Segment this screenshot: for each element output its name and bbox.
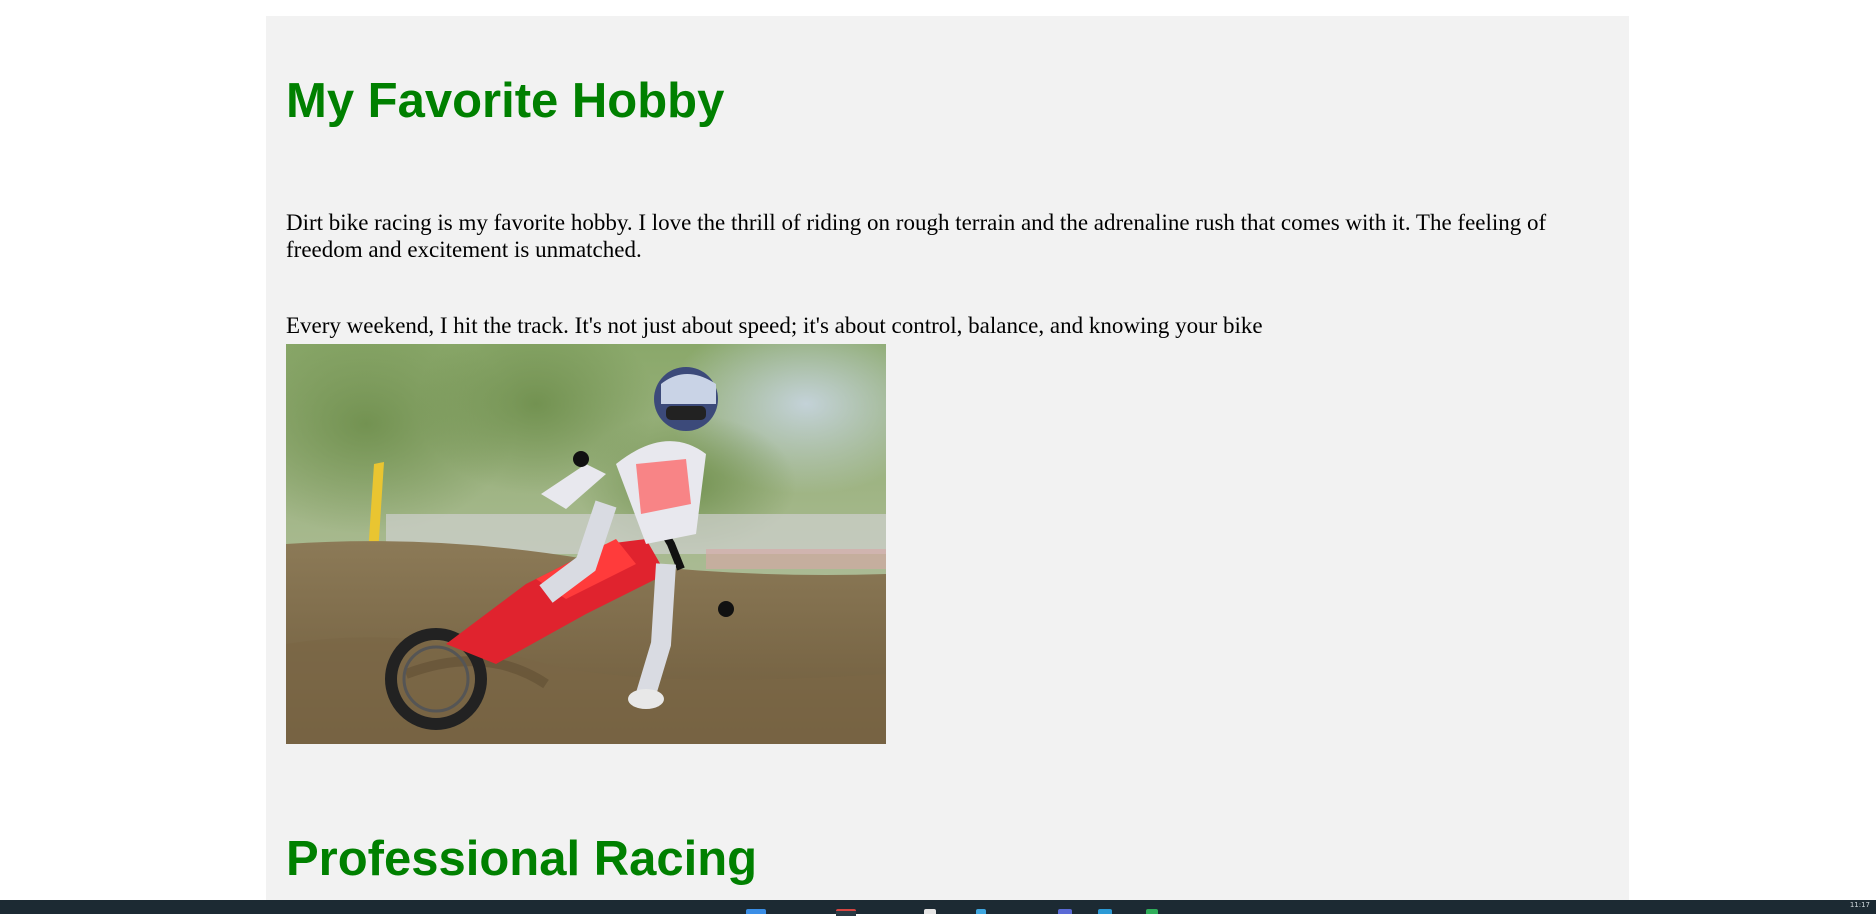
chrome-icon[interactable] xyxy=(1146,909,1158,914)
heading-professional-racing: Professional Racing xyxy=(286,832,758,886)
file-explorer-icon[interactable] xyxy=(924,909,936,914)
store-icon[interactable] xyxy=(976,909,986,914)
clock[interactable]: 11:17 xyxy=(1850,901,1870,909)
browser-icon[interactable] xyxy=(836,909,856,916)
mail-icon[interactable] xyxy=(1098,909,1112,914)
windows-icon[interactable] xyxy=(746,909,766,914)
dirt-bike-photo xyxy=(286,344,886,744)
taskbar: 11:17 xyxy=(0,900,1876,916)
edge-icon[interactable] xyxy=(1058,909,1072,914)
heading-my-favorite-hobby: My Favorite Hobby xyxy=(286,74,725,128)
page-container: My Favorite Hobby Dirt bike racing is my… xyxy=(266,16,1629,900)
paragraph-intro: Dirt bike racing is my favorite hobby. I… xyxy=(286,210,1547,262)
paragraph-weekend: Every weekend, I hit the track. It's not… xyxy=(286,313,1263,338)
